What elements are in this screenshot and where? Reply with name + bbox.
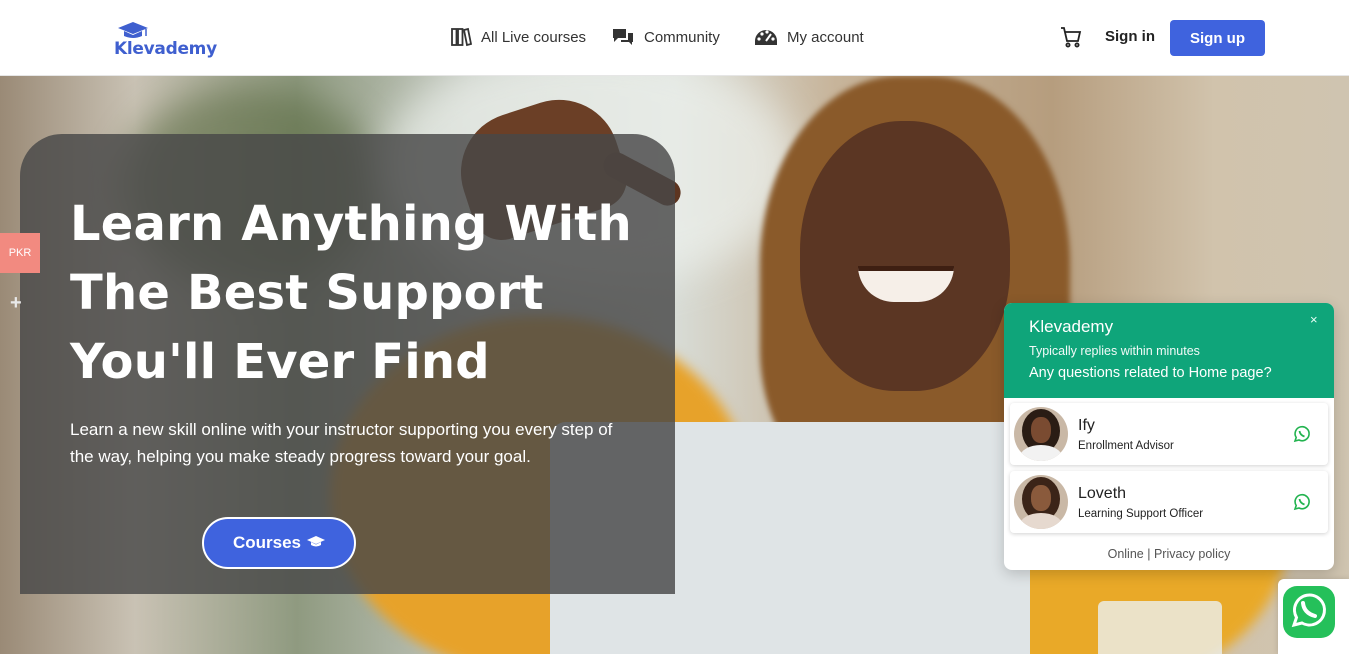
footer-separator: | — [1143, 547, 1154, 561]
nav-my-account-label: My account — [787, 28, 864, 46]
whatsapp-chat-widget: Klevademy Typically replies within minut… — [1004, 303, 1334, 570]
agent-role: Enrollment Advisor — [1078, 440, 1174, 452]
whatsapp-icon — [1293, 425, 1311, 448]
chat-reply-time: Typically replies within minutes — [1029, 344, 1200, 358]
whatsapp-launcher-button[interactable] — [1283, 586, 1335, 638]
courses-button-label: Courses — [232, 533, 302, 552]
currency-switcher[interactable]: PKR — [0, 233, 40, 273]
agent-name: Loveth — [1078, 485, 1127, 502]
close-icon[interactable]: × — [1310, 312, 1318, 327]
nav-community[interactable]: Community — [611, 24, 720, 50]
logo-text: Klevademy — [114, 39, 217, 59]
chat-header: Klevademy Typically replies within minut… — [1004, 303, 1334, 398]
sign-up-button[interactable]: Sign up — [1170, 20, 1265, 56]
nav-my-account[interactable]: My account — [754, 24, 864, 50]
site-header: Klevademy All Live courses Community My … — [0, 0, 1349, 76]
chat-bubbles-icon — [611, 26, 635, 48]
plus-icon[interactable]: + — [10, 292, 22, 315]
whatsapp-launcher-container — [1278, 579, 1349, 654]
chat-agent-ify[interactable]: Ify Enrollment Advisor — [1010, 403, 1328, 465]
courses-button[interactable]: Courses — [202, 517, 356, 569]
avatar — [1014, 475, 1068, 529]
whatsapp-icon — [1290, 591, 1328, 634]
privacy-policy-link[interactable]: Privacy policy — [1154, 547, 1230, 561]
hero-headline: Learn Anything With The Best Support You… — [70, 196, 632, 390]
chat-question: Any questions related to Home page? — [1029, 365, 1272, 381]
graduation-cap-icon — [307, 533, 326, 553]
whatsapp-icon — [1293, 493, 1311, 516]
online-status: Online — [1107, 547, 1144, 561]
chat-agent-loveth[interactable]: Loveth Learning Support Officer — [1010, 471, 1328, 533]
nav-community-label: Community — [644, 28, 720, 46]
agent-name: Ify — [1078, 417, 1095, 434]
avatar — [1014, 407, 1068, 461]
hero-subtext: Learn a new skill online with your instr… — [70, 420, 613, 466]
logo[interactable]: Klevademy — [114, 22, 217, 62]
agent-role: Learning Support Officer — [1078, 508, 1204, 520]
cart-icon[interactable] — [1060, 26, 1082, 53]
nav-all-live-courses-label: All Live courses — [481, 28, 587, 46]
chat-footer: Online | Privacy policy — [1004, 547, 1334, 561]
chat-title: Klevademy — [1029, 317, 1114, 336]
nav-all-live-courses[interactable]: All Live courses — [450, 24, 586, 50]
books-icon — [450, 26, 472, 48]
sign-in-link[interactable]: Sign in — [1105, 28, 1155, 45]
dashboard-gauge-icon — [754, 26, 778, 48]
